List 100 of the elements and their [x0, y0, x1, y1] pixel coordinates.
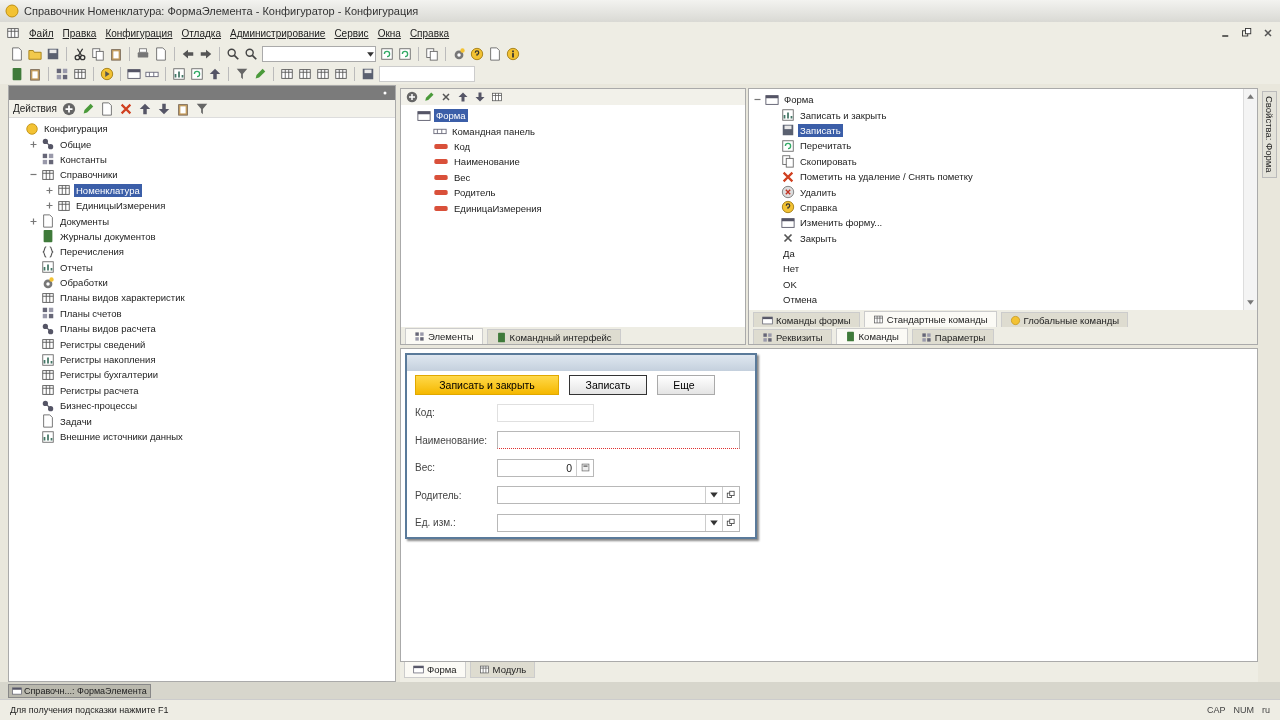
document-icon[interactable] — [10, 47, 24, 61]
expand-toggle[interactable] — [45, 201, 54, 211]
chart-icon[interactable] — [172, 67, 186, 81]
tree-item[interactable]: Удалить — [798, 185, 839, 199]
info-icon[interactable] — [506, 47, 520, 61]
table-icon[interactable] — [491, 91, 503, 103]
table-icon[interactable] — [6, 26, 20, 40]
tree-item[interactable]: Бизнес-процессы — [58, 399, 139, 413]
scrollbar[interactable] — [1243, 89, 1257, 310]
tree-item[interactable]: Планы счетов — [58, 306, 124, 320]
tree-item[interactable]: Журналы документов — [58, 229, 158, 243]
menu-item[interactable]: Сервис — [334, 27, 369, 39]
tree-item[interactable]: Наименование — [452, 155, 522, 169]
restore-icon[interactable] — [1241, 27, 1253, 39]
tree-item[interactable]: Документы — [58, 214, 111, 228]
close-icon[interactable] — [1262, 27, 1274, 39]
tree-item[interactable]: Обработки — [58, 276, 110, 290]
tab[interactable]: Форма — [404, 662, 466, 678]
pencil-icon[interactable] — [253, 67, 267, 81]
tree-item[interactable]: Изменить форму... — [798, 216, 885, 230]
menu-item[interactable]: Администрирование — [230, 27, 326, 39]
menu-item[interactable]: Файл — [29, 27, 54, 39]
search-field[interactable] — [262, 46, 376, 62]
clipboard-icon[interactable] — [109, 47, 123, 61]
tree-item[interactable]: Командная панель — [450, 124, 537, 138]
form-button[interactable]: Еще — [657, 375, 715, 395]
tree-item[interactable]: Скопировать — [798, 154, 859, 168]
tree-item[interactable]: Отчеты — [58, 260, 95, 274]
table-icon[interactable] — [73, 67, 87, 81]
folder-icon[interactable] — [28, 47, 42, 61]
arrow-up-icon[interactable] — [457, 91, 469, 103]
table-icon[interactable] — [316, 67, 330, 81]
tree-item[interactable]: Справка — [798, 200, 840, 214]
language-indicator[interactable]: ru — [1262, 705, 1270, 715]
menu-item[interactable]: Окна — [377, 27, 401, 39]
tab[interactable]: Команды формы — [753, 312, 860, 327]
tab[interactable]: Стандартные команды — [863, 311, 997, 327]
tree-item[interactable]: Нет — [781, 262, 802, 276]
actions-menu[interactable]: Действия — [13, 103, 57, 114]
save-icon[interactable] — [361, 67, 375, 81]
tree-item[interactable]: Регистры бухгалтерии — [58, 368, 161, 382]
tab[interactable]: Глобальные команды — [1000, 312, 1129, 327]
delete-icon[interactable] — [118, 101, 133, 116]
table-icon[interactable] — [334, 67, 348, 81]
close-icon[interactable] — [440, 91, 452, 103]
input-field[interactable] — [497, 431, 740, 450]
gear-icon[interactable] — [452, 47, 466, 61]
tree-item[interactable]: Форма — [782, 93, 816, 107]
scroll-up-icon[interactable] — [1246, 92, 1255, 101]
filter-icon[interactable] — [235, 67, 249, 81]
arrow-up-icon[interactable] — [137, 101, 152, 116]
search-icon[interactable] — [226, 47, 240, 61]
tree-item[interactable]: Справочники — [58, 168, 120, 182]
tree-item[interactable]: Закрыть — [798, 231, 839, 245]
expand-toggle[interactable] — [45, 185, 54, 195]
tree-item[interactable]: Планы видов характеристик — [58, 291, 187, 305]
tab[interactable]: Команды — [835, 328, 908, 344]
table-icon[interactable] — [280, 67, 294, 81]
tree-item[interactable]: Перечисления — [58, 245, 126, 259]
font-field[interactable] — [379, 66, 475, 82]
tab[interactable]: Реквизиты — [753, 329, 832, 344]
table-icon[interactable] — [298, 67, 312, 81]
tree-item[interactable]: OK — [781, 277, 799, 291]
refresh-icon[interactable] — [380, 47, 394, 61]
tree-item[interactable]: Записать — [798, 123, 843, 137]
copy-icon[interactable] — [91, 47, 105, 61]
menu-item[interactable]: Справка — [409, 27, 450, 39]
tree-item[interactable]: Планы видов расчета — [58, 322, 158, 336]
input-field[interactable] — [497, 513, 740, 532]
clipboard-icon[interactable] — [175, 101, 190, 116]
input-field[interactable] — [497, 486, 740, 505]
form-button[interactable]: Записать — [569, 375, 647, 395]
help-icon[interactable] — [470, 47, 484, 61]
expand-toggle[interactable] — [29, 216, 38, 226]
scissors-icon[interactable] — [73, 47, 87, 61]
refresh-icon[interactable] — [190, 67, 204, 81]
add-icon[interactable] — [61, 101, 76, 116]
tree-item[interactable]: ЕдиницаИзмерения — [452, 201, 544, 215]
tree-item[interactable]: Форма — [434, 109, 468, 123]
tree-item[interactable]: Да — [781, 247, 797, 261]
tree-item[interactable]: Регистры сведений — [58, 337, 148, 351]
tree-item[interactable]: Внешние источники данных — [58, 430, 185, 443]
grid-icon[interactable] — [55, 67, 69, 81]
tree-item[interactable]: Конфигурация — [42, 122, 110, 136]
window-icon[interactable] — [127, 67, 141, 81]
pencil-icon[interactable] — [423, 91, 435, 103]
tree-item[interactable]: Номенклатура — [74, 183, 142, 197]
play-icon[interactable] — [100, 67, 114, 81]
tree-item[interactable]: ЕдиницыИзмерения — [74, 199, 168, 213]
tree-item[interactable]: Код — [452, 139, 473, 153]
tree-item[interactable]: Регистры накопления — [58, 353, 158, 367]
scroll-down-icon[interactable] — [1246, 298, 1255, 307]
tree-item[interactable]: Пометить на удаление / Снять пометку — [798, 170, 975, 184]
tree-item[interactable]: Общие — [58, 137, 94, 151]
tree-item[interactable]: Перечитать — [798, 139, 854, 153]
document-icon[interactable] — [488, 47, 502, 61]
refresh-icon[interactable] — [398, 47, 412, 61]
menu-item[interactable]: Отладка — [181, 27, 221, 39]
tab[interactable]: Модуль — [469, 662, 536, 678]
add-icon[interactable] — [406, 91, 418, 103]
